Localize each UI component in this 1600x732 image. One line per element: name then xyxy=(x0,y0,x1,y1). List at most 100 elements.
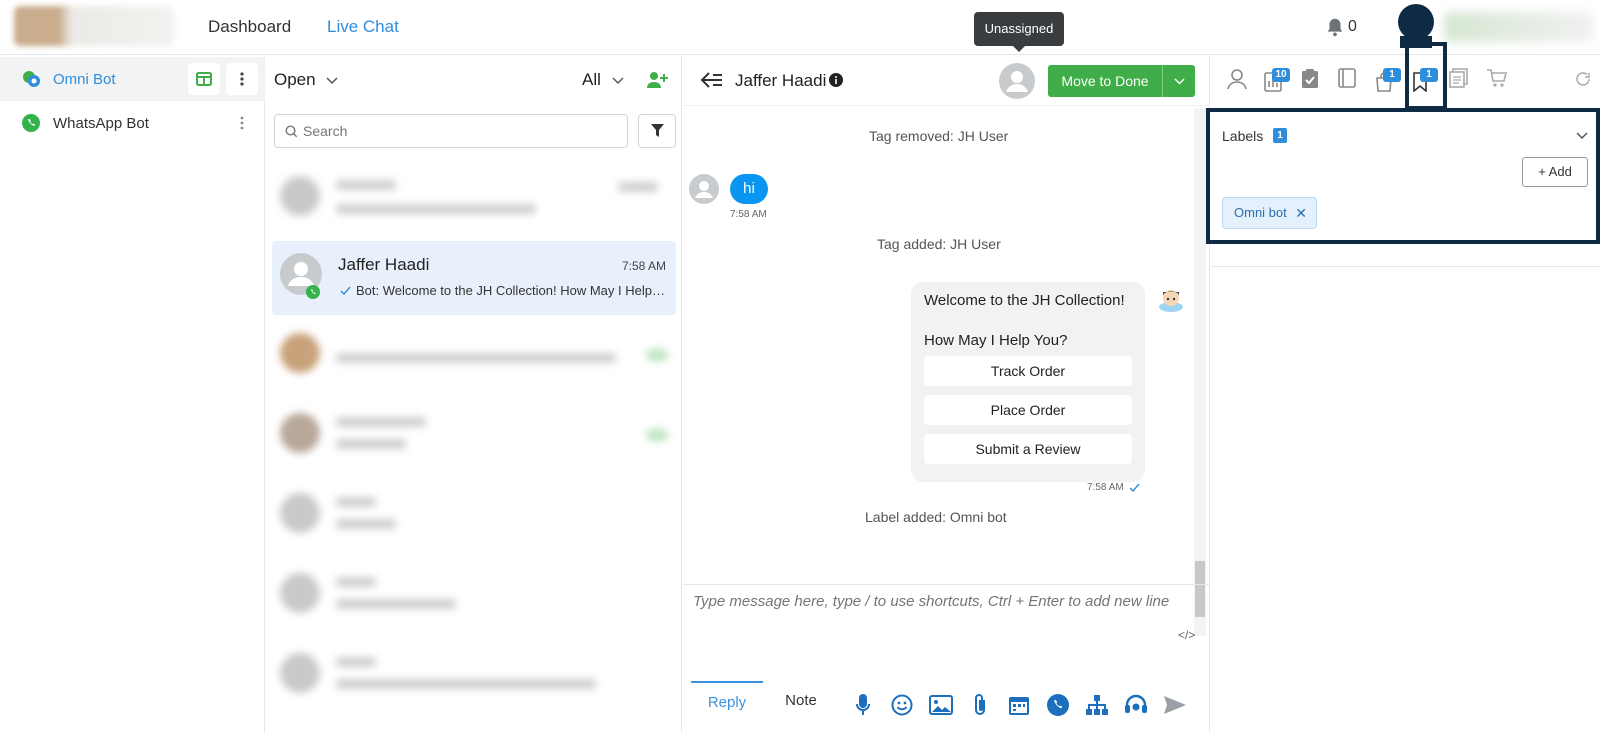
user-icon xyxy=(1227,69,1247,90)
bot-avatar-icon xyxy=(1159,290,1183,312)
message-time: 7:58 AM xyxy=(1087,482,1124,493)
image-icon[interactable] xyxy=(928,692,954,718)
label-chip-text: Omni bot xyxy=(1234,205,1287,220)
conversation-item[interactable] xyxy=(272,319,676,391)
info-icon[interactable] xyxy=(829,73,843,87)
user-menu[interactable] xyxy=(1444,12,1594,42)
support-agent-icon[interactable] xyxy=(1123,692,1149,718)
remove-label-icon[interactable]: ✕ xyxy=(1295,198,1307,228)
system-message: Tag removed: JH User xyxy=(869,128,1009,144)
conversation-time: 7:58 AM xyxy=(621,259,666,273)
quick-reply-submit-review[interactable]: Submit a Review xyxy=(924,434,1132,464)
bot-message-line: How May I Help You? xyxy=(924,332,1068,349)
scope-filter-value: All xyxy=(582,70,601,89)
whatsapp-icon xyxy=(22,114,40,132)
cart-icon xyxy=(1487,69,1508,87)
flow-icon[interactable] xyxy=(1084,692,1110,718)
tab-notes[interactable] xyxy=(1338,68,1362,92)
chat-scrollbar[interactable] xyxy=(1194,108,1206,636)
message-time: 7:58 AM xyxy=(730,209,767,220)
chat-header: Jaffer Haadi Move to Done xyxy=(683,56,1210,106)
section-divider xyxy=(1211,266,1600,267)
status-filter-value: Open xyxy=(274,70,316,89)
conversation-name: Jaffer Haadi xyxy=(338,255,430,274)
back-arrow-icon[interactable] xyxy=(701,72,723,88)
nav-live-chat[interactable]: Live Chat xyxy=(327,17,399,37)
user-message-bubble: hi xyxy=(730,174,768,204)
conversation-item-active[interactable]: Jaffer Haadi 7:58 AM Bot: Welcome to the… xyxy=(272,241,676,315)
filter-button[interactable] xyxy=(638,114,676,148)
clipboard-icon xyxy=(1302,69,1318,88)
labels-title: Labels xyxy=(1222,128,1264,144)
tab-reply[interactable]: Reply xyxy=(691,681,763,723)
tab-badge: 1 xyxy=(1383,68,1401,82)
refresh-button[interactable] xyxy=(1575,68,1599,92)
bot-message-line: Welcome to the JH Collection! xyxy=(924,292,1125,309)
bot-options-button[interactable] xyxy=(226,63,258,95)
status-filter[interactable]: Open xyxy=(274,70,338,90)
scope-filter[interactable]: All xyxy=(582,70,624,90)
workspace-logo[interactable] xyxy=(14,6,174,46)
notebook-icon xyxy=(1338,68,1356,88)
conversation-item[interactable] xyxy=(272,479,676,551)
nav-dashboard[interactable]: Dashboard xyxy=(208,17,291,37)
system-message: Tag added: JH User xyxy=(877,236,1001,252)
layout-toggle-button[interactable] xyxy=(188,63,220,95)
conversation-item[interactable] xyxy=(272,559,676,631)
move-to-done-button[interactable]: Move to Done xyxy=(1048,65,1195,97)
bot-sidebar: Omni Bot WhatsApp Bot xyxy=(0,56,265,732)
tab-note[interactable]: Note xyxy=(771,681,831,723)
search-input[interactable] xyxy=(303,121,613,141)
conversation-preview: Bot: Welcome to the JH Collection! How M… xyxy=(356,283,666,298)
filter-icon xyxy=(650,124,664,137)
whatsapp-template-icon[interactable] xyxy=(1045,692,1071,718)
bot-label: Omni Bot xyxy=(53,70,116,88)
chevron-down-icon xyxy=(326,77,338,85)
done-options-button[interactable] xyxy=(1163,65,1195,97)
message-input[interactable] xyxy=(693,593,1183,641)
check-icon xyxy=(340,286,351,295)
bell-icon[interactable] xyxy=(1324,16,1346,38)
omni-bot-icon xyxy=(23,71,40,87)
code-toggle-icon[interactable]: </> xyxy=(1178,628,1195,642)
bot-message-card: Welcome to the JH Collection! How May I … xyxy=(911,282,1145,482)
quick-reply-track-order[interactable]: Track Order xyxy=(924,356,1132,386)
emoji-icon[interactable] xyxy=(889,692,915,718)
attachment-icon[interactable] xyxy=(967,692,993,718)
bot-item-omni[interactable]: Omni Bot xyxy=(0,57,265,101)
bot-options-button[interactable] xyxy=(226,107,258,139)
system-message: Label added: Omni bot xyxy=(865,509,1007,525)
tab-contact-info[interactable] xyxy=(1227,68,1251,92)
microphone-icon[interactable] xyxy=(850,692,876,718)
message-composer: </> Reply Note xyxy=(683,584,1210,732)
chevron-down-icon[interactable] xyxy=(1576,132,1588,140)
conversation-item[interactable] xyxy=(272,162,676,234)
user-avatar xyxy=(689,174,719,204)
quick-reply-place-order[interactable]: Place Order xyxy=(924,395,1132,425)
more-vertical-icon xyxy=(240,72,244,86)
conversation-item[interactable] xyxy=(272,639,676,711)
layout-icon xyxy=(196,72,212,86)
conversation-item[interactable] xyxy=(272,399,676,471)
tab-cart[interactable] xyxy=(1486,68,1510,92)
refresh-icon xyxy=(1576,72,1590,86)
search-box xyxy=(274,114,628,148)
add-contact-icon[interactable] xyxy=(646,70,668,90)
calendar-icon[interactable] xyxy=(1006,692,1032,718)
tab-orders[interactable]: 1 xyxy=(1375,68,1401,92)
conversation-list-panel: Open All Jaffer Haadi 7:58 AM Bot: Welco… xyxy=(266,56,682,732)
whatsapp-icon xyxy=(306,285,320,299)
bot-item-whatsapp[interactable]: WhatsApp Bot xyxy=(0,101,265,145)
documents-icon xyxy=(1449,68,1468,88)
assignee-tooltip: Unassigned xyxy=(974,12,1064,52)
tab-documents[interactable] xyxy=(1449,68,1473,92)
top-bar: Dashboard Live Chat 0 xyxy=(0,0,1600,55)
labels-count-badge: 1 xyxy=(1273,128,1287,143)
tab-tasks[interactable] xyxy=(1301,68,1325,92)
chevron-down-icon xyxy=(612,77,624,85)
tab-analytics[interactable]: 10 xyxy=(1264,68,1290,92)
add-label-button[interactable]: + Add xyxy=(1522,157,1588,187)
assignee-avatar[interactable] xyxy=(999,63,1035,99)
label-chip: Omni bot ✕ xyxy=(1222,197,1317,229)
send-icon[interactable] xyxy=(1162,692,1188,718)
